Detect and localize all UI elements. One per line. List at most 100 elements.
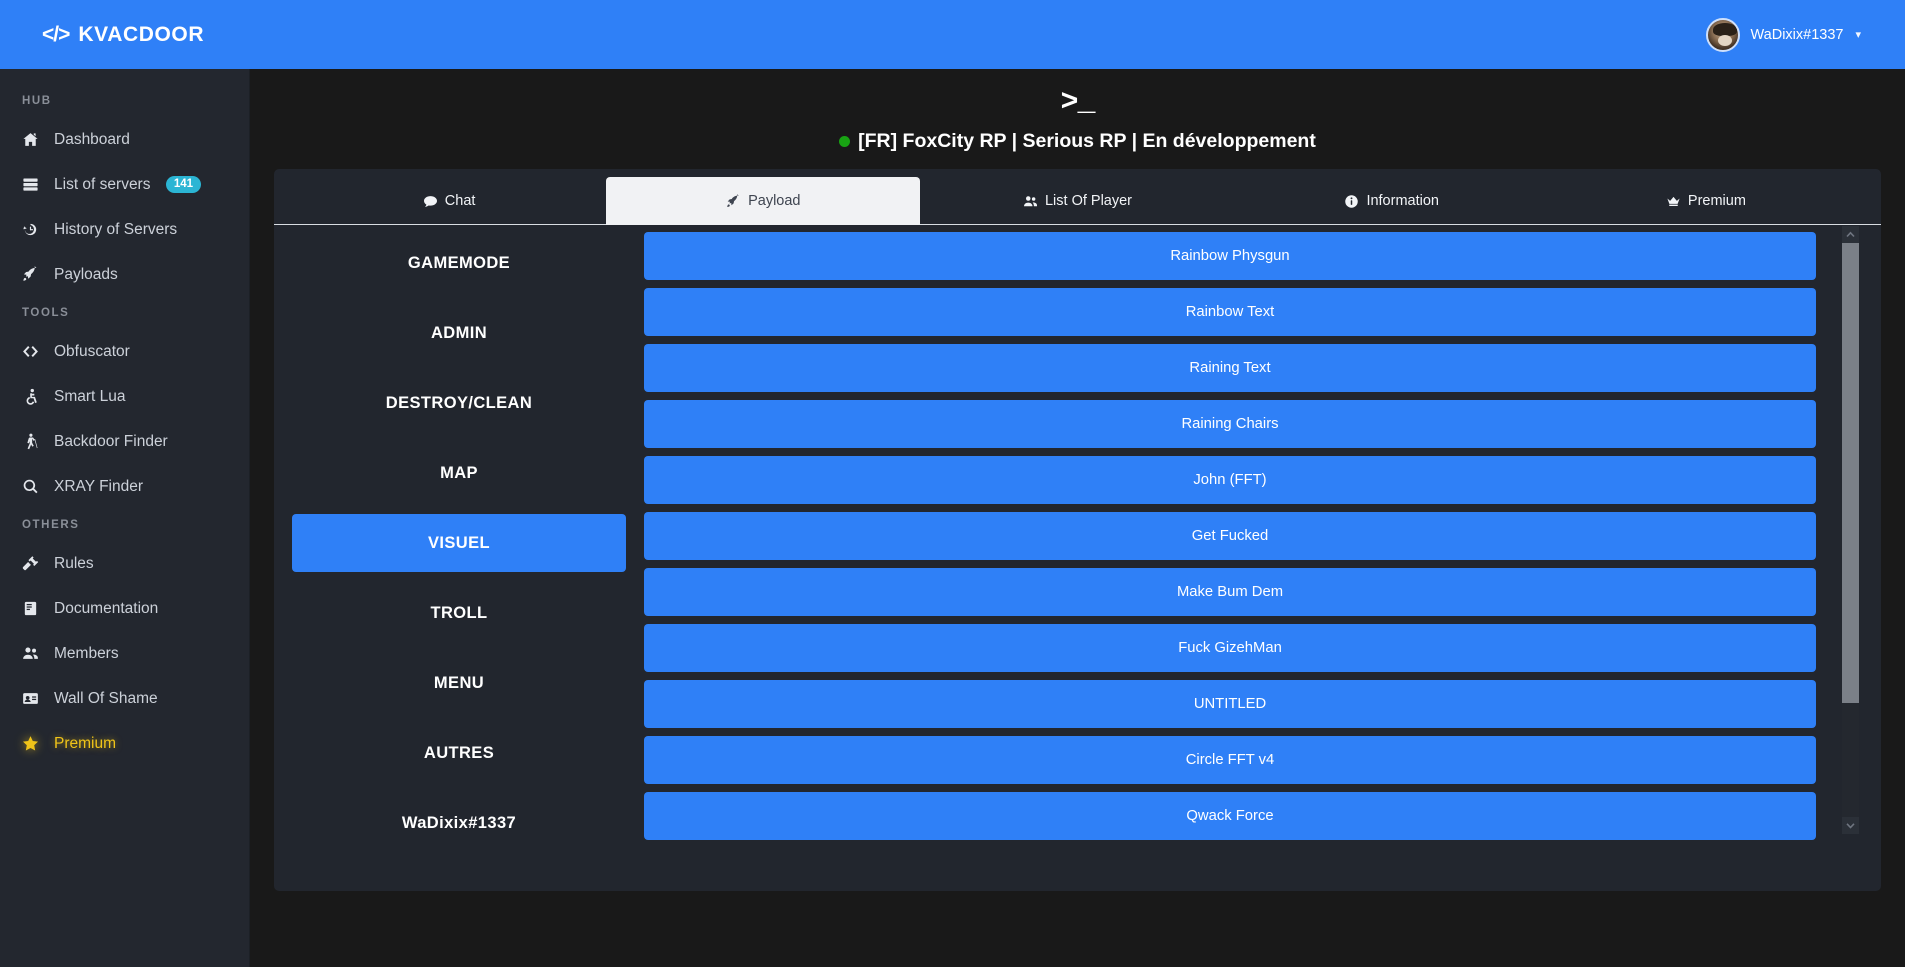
category-label: VISUEL (428, 533, 490, 552)
scrollbar-thumb[interactable] (1842, 243, 1859, 703)
avatar (1705, 17, 1740, 52)
payload-button-john-fft[interactable]: John (FFT) (644, 456, 1816, 504)
category-visuel[interactable]: VISUEL (292, 514, 626, 572)
chevron-up-icon (1846, 231, 1855, 238)
category-gamemode[interactable]: GAMEMODE (292, 234, 626, 292)
tab-chat[interactable]: Chat (292, 177, 606, 225)
code-brackets-icon: </> (42, 22, 70, 46)
sidebar-item-documentation[interactable]: Documentation (0, 586, 249, 631)
wheelchair-icon-wrap (22, 388, 48, 405)
payload-list: Rainbow Physgun Rainbow Text Raining Text R… (644, 232, 1834, 848)
payload-button-rainbow-physgun[interactable]: Rainbow Physgun (644, 232, 1816, 280)
server-title: [FR] FoxCity RP | Serious RP | En dévelo… (858, 130, 1316, 152)
payload-button-label: Rainbow Text (1185, 304, 1275, 320)
user-menu[interactable]: WaDixix#1337 ▾ (1705, 17, 1861, 52)
sidebar-item-list-of-servers[interactable]: List of servers 141 (0, 162, 249, 207)
sidebar-item-backdoor-finder[interactable]: Backdoor Finder (0, 419, 249, 464)
main-content: >_ [FR] FoxCity RP | Serious RP | En dév… (250, 69, 1905, 967)
category-label: TROLL (430, 603, 488, 622)
payload-button-label: UNTITLED (1193, 696, 1267, 712)
history-icon-wrap (22, 221, 48, 238)
book-icon (24, 601, 37, 616)
tab-bar: Chat Payload List Of Player Information Prem… (274, 169, 1881, 225)
sidebar-item-badge: 141 (165, 176, 201, 193)
sidebar-section-heading: HUB (22, 95, 52, 107)
user-name: WaDixix#1337 (1750, 26, 1844, 43)
sidebar-section-heading: OTHERS (22, 519, 80, 531)
category-troll[interactable]: TROLL (292, 584, 626, 642)
tab-premium[interactable]: Premium (1549, 177, 1863, 225)
code-icon-wrap (22, 343, 48, 360)
top-bar: </> KVACDOOR WaDixix#1337 ▾ (0, 0, 1905, 69)
category-destroy-clean[interactable]: DESTROY/CLEAN (292, 374, 626, 432)
category-autres[interactable]: AUTRES (292, 724, 626, 782)
server-header: >_ [FR] FoxCity RP | Serious RP | En dév… (250, 69, 1905, 153)
crown-icon (1667, 196, 1680, 206)
sidebar-item-dashboard[interactable]: Dashboard (0, 117, 249, 162)
code-icon (23, 345, 38, 358)
sidebar-item-label: List of servers (54, 175, 151, 193)
payload-button-fuck-gizehman[interactable]: Fuck GizehMan (644, 624, 1816, 672)
category-admin[interactable]: ADMIN (292, 304, 626, 362)
category-menu[interactable]: MENU (292, 654, 626, 712)
crown-icon-wrap (1666, 194, 1681, 209)
payload-scrollbar[interactable] (1842, 226, 1859, 834)
scroll-down-button[interactable] (1842, 817, 1859, 834)
category-map[interactable]: MAP (292, 444, 626, 502)
wheelchair-icon (26, 388, 37, 405)
sidebar-item-label: Smart Lua (54, 387, 126, 405)
users-icon (23, 647, 38, 659)
users-icon-wrap (22, 645, 48, 662)
payload-button-label: John (FFT) (1193, 472, 1267, 488)
sidebar-item-label: Documentation (54, 599, 159, 617)
tab-payload[interactable]: Payload (606, 177, 921, 225)
scroll-up-button[interactable] (1842, 226, 1859, 243)
rocket-icon (23, 266, 37, 281)
users-icon (1023, 195, 1037, 206)
payload-button-label: Raining Chairs (1181, 416, 1279, 432)
payload-button-raining-chairs[interactable]: Raining Chairs (644, 400, 1816, 448)
sidebar-item-payloads[interactable]: Payloads (0, 252, 249, 297)
tab-information[interactable]: Information (1235, 177, 1549, 225)
sidebar-item-label: History of Servers (54, 220, 178, 238)
payload-button-rainbow-text[interactable]: Rainbow Text (644, 288, 1816, 336)
sidebar-item-members[interactable]: Members (0, 631, 249, 676)
category-label: GAMEMODE (407, 253, 511, 272)
sidebar-item-xray-finder[interactable]: XRAY Finder (0, 464, 249, 509)
sidebar: HUB Dashboard List of servers 141 History of… (0, 69, 250, 967)
rocket-icon-wrap (22, 266, 48, 283)
star-icon-wrap (22, 735, 48, 752)
server-panel-card: Chat Payload List Of Player Information Prem… (274, 169, 1881, 891)
brand-logo[interactable]: </> KVACDOOR (42, 23, 204, 47)
sidebar-item-smart-lua[interactable]: Smart Lua (0, 374, 249, 419)
sidebar-item-label: XRAY Finder (54, 477, 144, 495)
payload-button-qwack-force[interactable]: Qwack Force (644, 792, 1816, 840)
sidebar-item-rules[interactable]: Rules (0, 541, 249, 586)
sidebar-item-obfuscator[interactable]: Obfuscator (0, 329, 249, 374)
chevron-down-icon: ▾ (1855, 29, 1861, 41)
tab-list-of-player[interactable]: List Of Player (920, 177, 1234, 225)
id-card-icon-wrap (22, 690, 48, 707)
sidebar-item-label: Dashboard (54, 130, 130, 148)
server-title-row: [FR] FoxCity RP | Serious RP | En dévelo… (250, 130, 1905, 153)
payload-button-get-fucked[interactable]: Get Fucked (644, 512, 1816, 560)
payload-button-untitled[interactable]: UNTITLED (644, 680, 1816, 728)
payload-button-make-bum-dem[interactable]: Make Bum Dem (644, 568, 1816, 616)
payload-button-raining-text[interactable]: Raining Text (644, 344, 1816, 392)
category-column: GAMEMODE ADMIN DESTROY/CLEAN MAP VISUEL TROLL… (274, 226, 644, 891)
sidebar-item-label: Backdoor Finder (54, 432, 168, 450)
sidebar-item-wall-of-shame[interactable]: Wall Of Shame (0, 676, 249, 721)
sidebar-item-label: Wall Of Shame (54, 689, 158, 707)
info-circle-icon (1345, 194, 1359, 208)
payload-button-circle-fft-v4[interactable]: Circle FFT v4 (644, 736, 1816, 784)
blind-person-icon (27, 433, 38, 450)
category-label: ADMIN (430, 323, 488, 342)
payload-button-label: Circle FFT v4 (1185, 752, 1275, 768)
sidebar-item-label: Payloads (54, 265, 118, 283)
sidebar-item-history-of-servers[interactable]: History of Servers (0, 207, 249, 252)
tab-label: Chat (444, 193, 476, 209)
sidebar-item-premium[interactable]: Premium (0, 721, 249, 766)
category-wadixix-1337[interactable]: WaDixix#1337 (292, 794, 626, 852)
category-label: DESTROY/CLEAN (385, 393, 533, 412)
category-label: MENU (433, 673, 485, 692)
